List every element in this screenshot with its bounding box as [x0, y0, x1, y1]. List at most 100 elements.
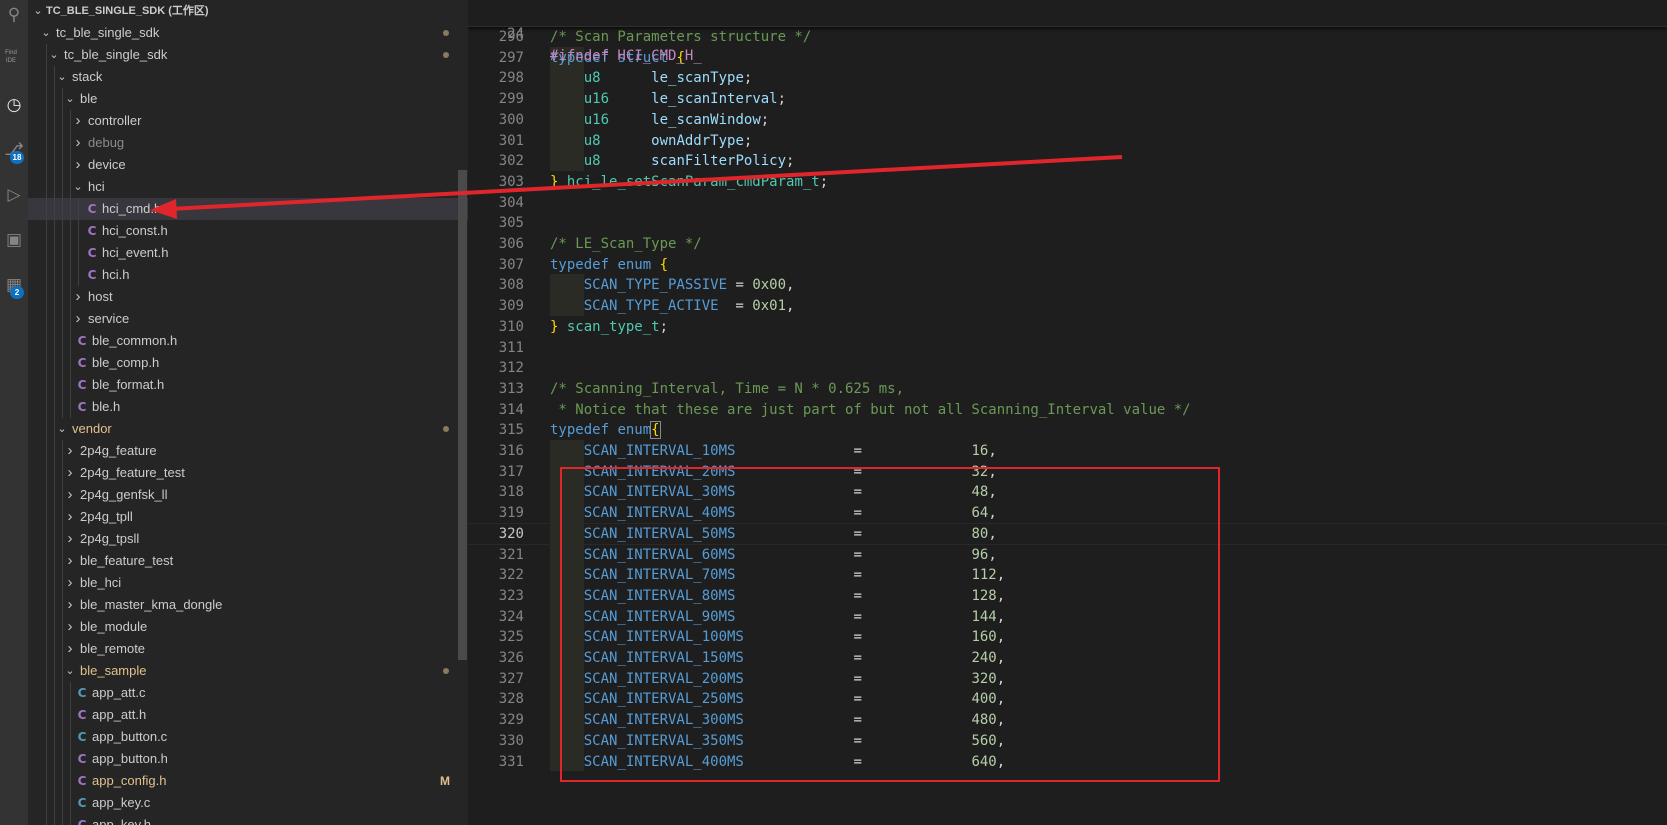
tree-file[interactable]: Capp_att.c [28, 682, 468, 704]
code-line[interactable]: 304 [468, 192, 1667, 214]
run-debug-icon[interactable]: ▷ [0, 180, 28, 210]
tree-file[interactable]: Chci_cmd.h [28, 198, 468, 220]
indent-guide [54, 396, 55, 418]
tree-folder[interactable]: › device [28, 154, 468, 176]
search-icon[interactable]: ⚲ [0, 0, 28, 30]
code-line[interactable]: 308 SCAN_TYPE_PASSIVE = 0x00, [468, 274, 1667, 296]
tree-folder[interactable]: › host [28, 286, 468, 308]
tree-item-label: app_att.c [92, 685, 146, 700]
sticky-scroll-header[interactable]: 24 #ifndef HCI_CMD_H_ [468, 0, 1667, 64]
workspace-header[interactable]: ⌄ TC_BLE_SINGLE_SDK (工作区) [28, 0, 468, 22]
tree-folder[interactable]: › 2p4g_feature [28, 440, 468, 462]
indent-guide [46, 660, 47, 682]
line-number: 309 [498, 298, 524, 315]
tree-folder[interactable]: ⌄ tc_ble_single_sdk [28, 22, 468, 44]
tree-folder[interactable]: › ble_remote [28, 638, 468, 660]
code-line[interactable]: 305 [468, 212, 1667, 234]
tree-file[interactable]: Chci_const.h [28, 220, 468, 242]
tree-item-label: app_config.h [92, 773, 167, 788]
sticky-line[interactable]: 24 #ifndef HCI_CMD_H_ [468, 1, 1667, 64]
git-status-dot [443, 30, 449, 36]
code-text: u8 le_scanType; [550, 67, 753, 89]
chevron-right-icon: › [67, 508, 73, 525]
code-token: { [659, 256, 669, 273]
tree-file[interactable]: Capp_button.c [28, 726, 468, 748]
tree-folder[interactable]: ⌄ vendor [28, 418, 468, 440]
tree-file[interactable]: Cble_format.h [28, 374, 468, 396]
tree-folder[interactable]: ⌄ stack [28, 66, 468, 88]
tree-folder[interactable]: ⌄ hci [28, 176, 468, 198]
indent-guide [62, 88, 63, 110]
code-line[interactable]: 302 u8 scanFilterPolicy; [468, 150, 1667, 172]
tree-folder[interactable]: › ble_hci [28, 572, 468, 594]
tree-file[interactable]: Cble.h [28, 396, 468, 418]
code-line[interactable]: 299 u16 le_scanInterval; [468, 88, 1667, 110]
explorer-sidebar: ⌄ TC_BLE_SINGLE_SDK (工作区) ⌄ tc_ble_single… [28, 0, 468, 825]
tree-folder[interactable]: › ble_master_kma_dongle [28, 594, 468, 616]
indent-guide [54, 330, 55, 352]
indent-guide [62, 550, 63, 572]
c-header-file-icon: C [77, 818, 87, 825]
sidebar-scrollbar[interactable] [458, 170, 467, 660]
code-line[interactable]: 298 u8 le_scanType; [468, 67, 1667, 89]
code-line[interactable]: 311 [468, 337, 1667, 359]
indent-guide [46, 330, 47, 352]
tree-folder[interactable]: ⌄ ble [28, 88, 468, 110]
tree-folder[interactable]: › controller [28, 110, 468, 132]
code-line[interactable]: 314 * Notice that these are just part of… [468, 399, 1667, 421]
tree-folder[interactable]: › ble_module [28, 616, 468, 638]
indent-guide [62, 462, 63, 484]
tree-file[interactable]: Cble_common.h [28, 330, 468, 352]
code-line[interactable]: 303} hci_le_setScanParam_cmdParam_t; [468, 171, 1667, 193]
tree-file[interactable]: Cble_comp.h [28, 352, 468, 374]
code-line[interactable]: 307 typedef enum { [468, 254, 1667, 276]
chevron-down-icon: ⌄ [49, 49, 59, 61]
code-line[interactable]: 313 /* Scanning_Interval, Time = N * 0.62… [468, 378, 1667, 400]
tree-folder[interactable]: › 2p4g_genfsk_ll [28, 484, 468, 506]
indent-guide [46, 638, 47, 660]
tree-folder[interactable]: ⌄ ble_sample [28, 660, 468, 682]
tree-item-label: 2p4g_feature [80, 443, 157, 458]
code-line[interactable]: 312 [468, 357, 1667, 379]
tree-file[interactable]: Capp_config.h M [28, 770, 468, 792]
indent-guide [46, 484, 47, 506]
code-line[interactable]: 301 u8 ownAddrType; [468, 130, 1667, 152]
indent-guide [54, 792, 55, 814]
code-token: ; [743, 132, 753, 149]
indent-guide [54, 726, 55, 748]
code-line[interactable]: 310} scan_type_t; [468, 316, 1667, 338]
code-line[interactable]: 309 SCAN_TYPE_ACTIVE = 0x01, [468, 295, 1667, 317]
tree-folder[interactable]: › 2p4g_feature_test [28, 462, 468, 484]
tree-folder[interactable]: › ble_feature_test [28, 550, 468, 572]
indent-guide [54, 374, 55, 396]
line-number: 308 [498, 277, 524, 294]
tree-folder[interactable]: › debug [28, 132, 468, 154]
tree-file[interactable]: Capp_key.h [28, 814, 468, 825]
indent-guide [70, 176, 71, 198]
tree-folder[interactable]: ⌄ tc_ble_single_sdk [28, 44, 468, 66]
line-number: 307 [498, 256, 524, 273]
tree-item-label: hci_cmd.h [102, 201, 162, 216]
tree-item-label: debug [88, 135, 125, 150]
indent-guide [46, 352, 47, 374]
tree-file[interactable]: Capp_key.c [28, 792, 468, 814]
code-line[interactable]: 300 u16 le_scanWindow; [468, 109, 1667, 131]
indent-guide [70, 154, 71, 176]
tree-file[interactable]: Capp_button.h [28, 748, 468, 770]
indent-guide [70, 264, 71, 286]
line-number: 322 [498, 567, 524, 584]
timeline-icon[interactable]: ◷ [0, 90, 28, 120]
tree-item-label: ble_remote [80, 641, 146, 656]
tree-file[interactable]: Chci.h [28, 264, 468, 286]
tree-file[interactable]: Chci_event.h [28, 242, 468, 264]
remote-explorer-icon[interactable]: ▣ [0, 225, 28, 255]
code-line[interactable]: 316 SCAN_INTERVAL_10MS = 16, [468, 440, 1667, 462]
tree-folder[interactable]: › service [28, 308, 468, 330]
tree-folder[interactable]: › 2p4g_tpsll [28, 528, 468, 550]
code-line[interactable]: 315 typedef enum{ [468, 419, 1667, 441]
code-line[interactable]: 306 /* LE_Scan_Type */ [468, 233, 1667, 255]
tree-file[interactable]: Capp_att.h [28, 704, 468, 726]
indent-guide [62, 132, 63, 154]
tree-folder[interactable]: › 2p4g_tpll [28, 506, 468, 528]
